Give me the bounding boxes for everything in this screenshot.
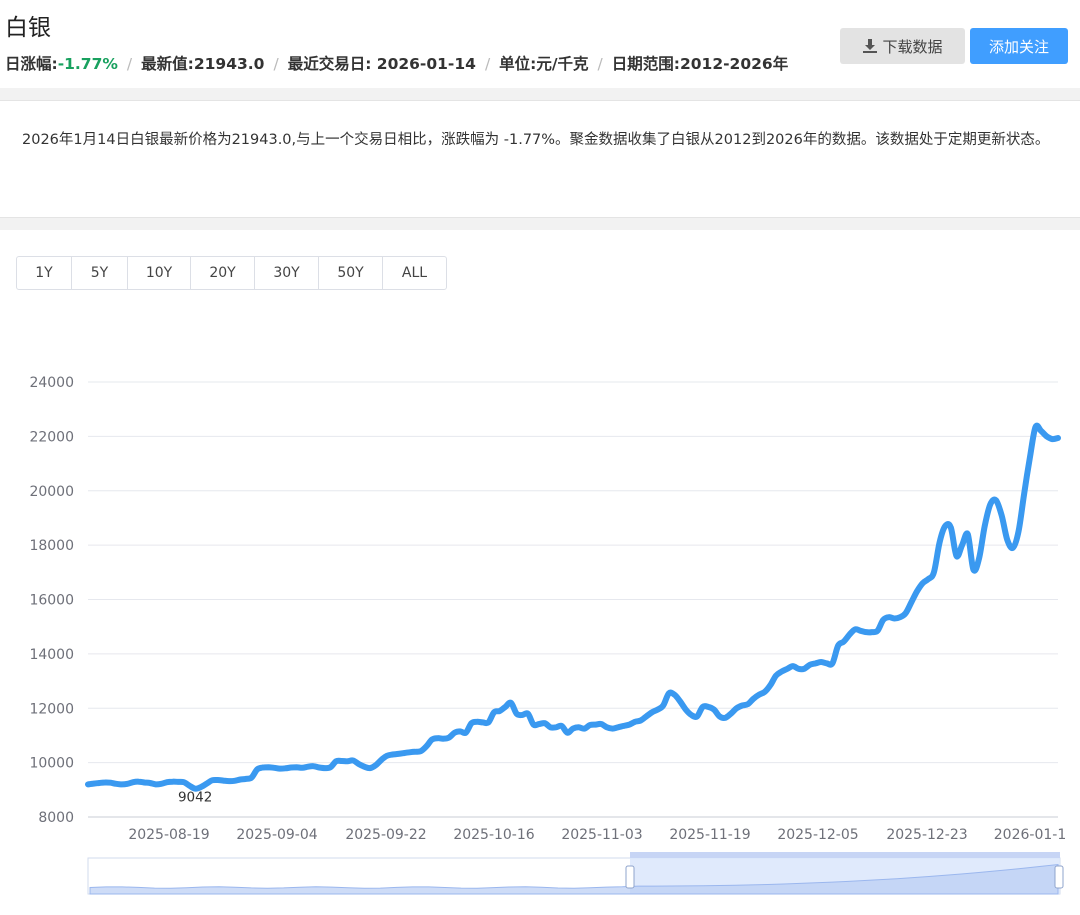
- y-tick-label: 8000: [38, 810, 74, 826]
- y-tick-label: 24000: [29, 375, 74, 391]
- y-tick-label: 16000: [29, 593, 74, 609]
- zoom-handle-left[interactable]: [625, 865, 635, 889]
- series-line: [85, 422, 1061, 792]
- y-tick-label: 14000: [29, 647, 74, 663]
- zoom-handle-right[interactable]: [1054, 865, 1064, 889]
- y-tick-label: 12000: [29, 701, 74, 717]
- zoom-slider-top-bar: [630, 852, 1060, 858]
- y-tick-label: 22000: [29, 429, 74, 445]
- x-tick-label: 2025-09-04: [236, 827, 317, 843]
- y-tick-label: 20000: [29, 484, 74, 500]
- x-tick-label: 2025-12-23: [886, 827, 967, 843]
- x-tick-label: 2025-09-22: [345, 827, 426, 843]
- price-line-chart: 8000 10000 12000 14000 16000 18000 20000 22000 2…: [29, 0, 1069, 895]
- x-tick-label: 2025-12-05: [777, 827, 858, 843]
- x-tick-label: 2025-10-16: [453, 827, 534, 843]
- x-tick-label: 2025-11-03: [561, 827, 642, 843]
- x-tick-label: 2025-08-19: [128, 827, 209, 843]
- data-label: 9042: [178, 790, 212, 806]
- data-label: 2194: [1031, 0, 1065, 4]
- x-tick-label: 2026-01-1: [994, 827, 1066, 843]
- x-tick-label: 2025-11-19: [669, 827, 750, 843]
- y-tick-label: 18000: [29, 538, 74, 554]
- y-tick-label: 10000: [29, 756, 74, 772]
